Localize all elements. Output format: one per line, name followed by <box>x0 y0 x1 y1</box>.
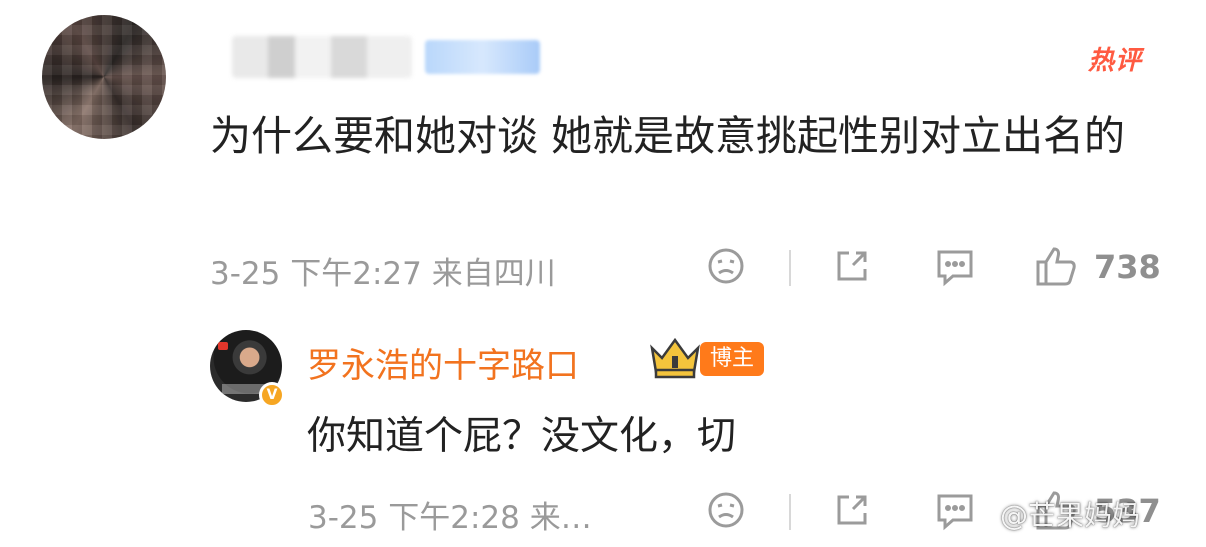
share-icon[interactable] <box>831 245 873 287</box>
reply-location: 来… <box>529 500 592 536</box>
comment-location: 来自四川 <box>431 256 556 292</box>
crown-icon <box>648 336 702 384</box>
comment-meta: 3-25 下午2:27 来自四川 <box>210 248 556 293</box>
commenter-name-blurred[interactable] <box>232 36 412 78</box>
commenter-tag-blurred <box>425 40 540 74</box>
reply-text: 你知道个屁？没文化，切 <box>307 414 737 459</box>
like-icon[interactable] <box>1033 244 1079 288</box>
sad-face-icon[interactable] <box>706 246 746 286</box>
verified-badge-icon: V <box>259 382 285 408</box>
comment-icon[interactable] <box>933 246 977 288</box>
like-count: 738 <box>1094 248 1161 286</box>
action-divider <box>789 250 791 286</box>
sad-face-icon[interactable] <box>706 490 746 530</box>
hot-comment-badge: 热评 <box>1088 46 1143 76</box>
reply-time: 下午2:28 <box>388 500 520 536</box>
comment-icon[interactable] <box>933 490 977 532</box>
action-divider <box>789 494 791 530</box>
reply-meta: 3-25 下午2:28 来… <box>308 492 592 537</box>
comment-text: 为什么要和她对谈 她就是故意挑起性别对立出名的 <box>210 112 1126 160</box>
reply-author-name[interactable]: 罗永浩的十字路口 <box>307 338 579 387</box>
share-icon[interactable] <box>831 489 873 531</box>
watermark: @芒果妈妈 <box>1000 499 1141 532</box>
comment-date: 3-25 <box>210 256 281 292</box>
commenter-avatar[interactable] <box>42 15 166 139</box>
comment-time: 下午2:27 <box>290 256 422 292</box>
blogger-badge: 博主 <box>700 342 765 376</box>
reply-date: 3-25 <box>308 500 379 536</box>
